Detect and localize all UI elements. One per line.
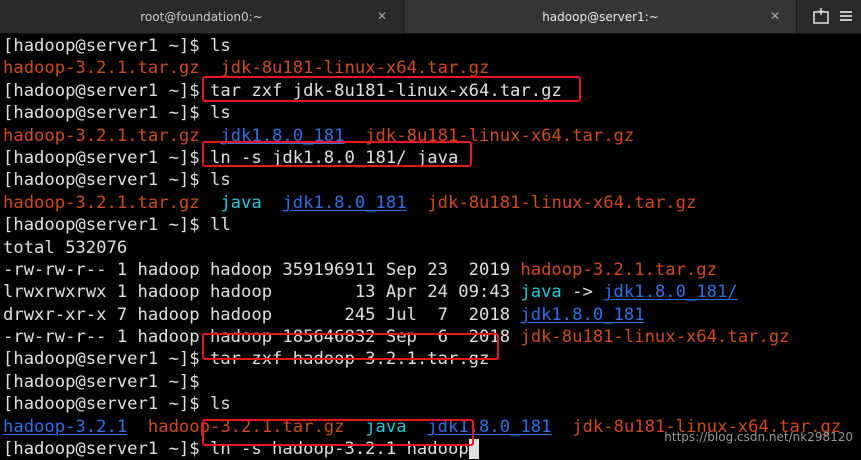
text-cursor: [468, 439, 480, 460]
terminal-line: [hadoop@server1 ~]$ ls: [0, 393, 861, 415]
terminal-line: [hadoop@server1 ~]$ tar zxf hadoop-3.2.1…: [0, 348, 861, 370]
prompt: [hadoop@server1 ~]$: [3, 349, 210, 370]
symlink-entry: java: [520, 282, 562, 303]
file-entry: hadoop-3.2.1.tar.gz: [3, 192, 200, 213]
terminal-line: [hadoop@server1 ~]$ ls: [0, 169, 861, 191]
file-entry: jdk-8u181-linux-x64.tar.gz: [220, 58, 490, 79]
terminal-line: [hadoop@server1 ~]$ ln -s jdk1.8.0_181/ …: [0, 147, 861, 169]
file-entry: jdk-8u181-linux-x64.tar.gz: [520, 327, 790, 348]
command: ls: [209, 103, 231, 124]
terminal-line: -rw-rw-r-- 1 hadoop hadoop 359196911 Sep…: [0, 259, 861, 281]
tab-title: root@foundation0:~: [140, 9, 263, 24]
directory-entry: hadoop-3.2.1: [3, 416, 128, 437]
terminal-line: [hadoop@server1 ~]$ ls: [0, 102, 861, 124]
file-entry: jdk-8u181-linux-x64.tar.gz: [427, 192, 697, 213]
symlink-entry: java: [220, 192, 262, 213]
prompt: [hadoop@server1 ~]$: [3, 371, 210, 392]
directory-entry: jdk1.8.0_181/: [603, 282, 738, 303]
command: ln -s jdk1.8.0_181/ java: [209, 147, 459, 168]
terminal-line: [hadoop@server1 ~]$ tar zxf jdk-8u181-li…: [0, 80, 861, 102]
terminal-line: hadoop-3.2.1.tar.gz java jdk1.8.0_181 jd…: [0, 192, 861, 214]
file-entry: jdk-8u181-linux-x64.tar.gz: [365, 125, 635, 146]
watermark: https://blog.csdn.net/nk298120: [664, 430, 853, 444]
terminal-line: hadoop-3.2.1.tar.gz jdk1.8.0_181 jdk-8u1…: [0, 125, 861, 147]
prompt: [hadoop@server1 ~]$: [3, 439, 210, 460]
prompt: [hadoop@server1 ~]$: [3, 215, 210, 236]
menu-icon[interactable]: [839, 9, 853, 23]
tab-title: hadoop@server1:~: [542, 9, 659, 24]
symlink-arrow: ->: [561, 282, 604, 303]
terminal-line: drwxr-xr-x 7 hadoop hadoop 245 Jul 7 201…: [0, 304, 861, 326]
new-tab-icon[interactable]: [811, 6, 831, 26]
file-meta: -rw-rw-r-- 1 hadoop hadoop 359196911 Sep…: [3, 259, 521, 280]
prompt: [hadoop@server1 ~]$: [3, 36, 210, 56]
tab-bar: root@foundation0:~ ✕ hadoop@server1:~ ✕: [0, 0, 861, 34]
prompt: [hadoop@server1 ~]$: [3, 80, 210, 101]
terminal-line: total 532076: [0, 237, 861, 259]
close-icon[interactable]: ✕: [768, 9, 782, 23]
file-entry: hadoop-3.2.1.tar.gz: [147, 416, 345, 437]
terminal-line: -rw-rw-r-- 1 hadoop hadoop 185646832 Sep…: [0, 326, 861, 348]
file-entry: hadoop-3.2.1.tar.gz: [3, 58, 200, 79]
tab-actions: [796, 0, 861, 33]
terminal-line: [hadoop@server1 ~]$ ll: [0, 214, 861, 236]
close-icon[interactable]: ✕: [375, 9, 389, 23]
terminal-output[interactable]: [hadoop@server1 ~]$ ls hadoop-3.2.1.tar.…: [0, 35, 861, 460]
file-meta: lrwxrwxrwx 1 hadoop hadoop 13 Apr 24 09:…: [3, 282, 521, 303]
command: ls: [209, 170, 231, 191]
command: ln -s hadoop-3.2.1 hadoop: [209, 439, 469, 460]
prompt: [hadoop@server1 ~]$: [3, 170, 210, 191]
file-meta: drwxr-xr-x 7 hadoop hadoop 245 Jul 7 201…: [3, 304, 521, 325]
file-meta: -rw-rw-r-- 1 hadoop hadoop 185646832 Sep…: [3, 327, 521, 348]
directory-entry: jdk1.8.0_181: [220, 125, 345, 146]
directory-entry: jdk1.8.0_181: [282, 192, 407, 213]
prompt: [hadoop@server1 ~]$: [3, 103, 210, 124]
terminal-line: [hadoop@server1 ~]$ ls: [0, 35, 861, 57]
directory-entry: jdk1.8.0_181: [520, 304, 645, 325]
file-entry: hadoop-3.2.1.tar.gz: [520, 259, 717, 280]
terminal-line: [hadoop@server1 ~]$: [0, 371, 861, 393]
command: tar zxf jdk-8u181-linux-x64.tar.gz: [209, 80, 562, 101]
directory-entry: jdk1.8.0_181: [427, 416, 552, 437]
terminal-line: lrwxrwxrwx 1 hadoop hadoop 13 Apr 24 09:…: [0, 281, 861, 303]
command: ls: [209, 36, 231, 56]
prompt: [hadoop@server1 ~]$: [3, 394, 210, 415]
tab-root-foundation0[interactable]: root@foundation0:~ ✕: [0, 0, 404, 33]
output-text: total 532076: [3, 237, 128, 258]
prompt: [hadoop@server1 ~]$: [3, 147, 210, 168]
symlink-entry: java: [365, 416, 407, 437]
command: tar zxf hadoop-3.2.1.tar.gz: [209, 349, 490, 370]
file-entry: hadoop-3.2.1.tar.gz: [3, 125, 200, 146]
command: ls: [209, 394, 231, 415]
tab-hadoop-server1[interactable]: hadoop@server1:~ ✕: [405, 0, 796, 33]
command: ll: [209, 215, 231, 236]
terminal-line: hadoop-3.2.1.tar.gz jdk-8u181-linux-x64.…: [0, 57, 861, 79]
